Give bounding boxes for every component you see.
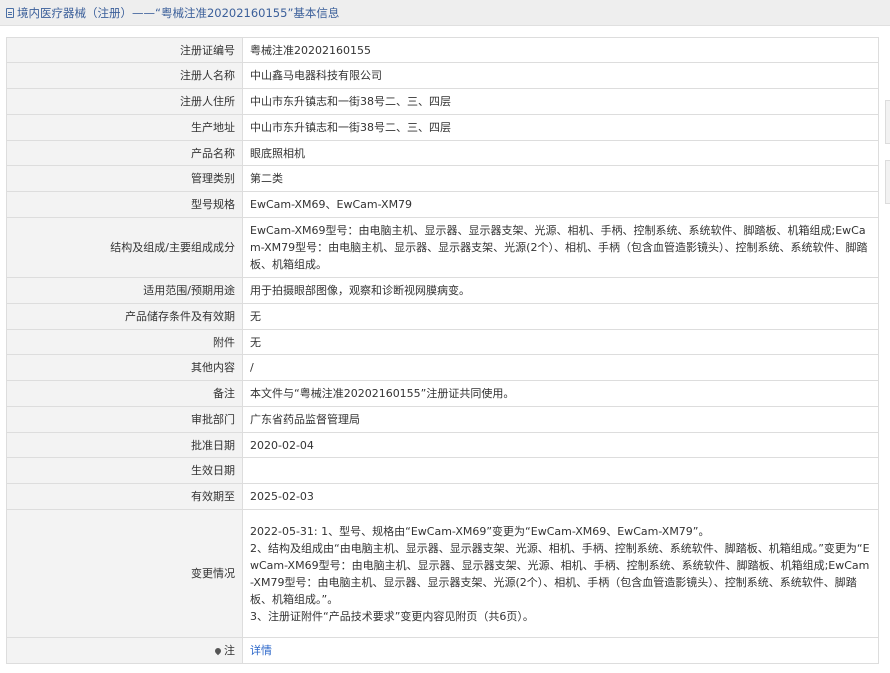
field-label: 批准日期 — [6, 432, 243, 458]
table-row: 注册人名称 中山鑫马电器科技有限公司 — [6, 62, 879, 89]
field-value: 2025-02-03 — [242, 483, 879, 510]
field-value: EwCam-XM69、EwCam-XM79 — [242, 191, 879, 218]
field-value: 中山市东升镇志和一街38号二、三、四层 — [242, 88, 879, 115]
field-label: 注册证编号 — [6, 37, 243, 63]
details-link[interactable]: 详情 — [250, 644, 272, 657]
table-row: 注册证编号 粤械注准20202160155 — [6, 37, 879, 63]
change-history: 2022-05-31: 1、型号、规格由“EwCam-XM69”变更为“EwCa… — [242, 509, 879, 638]
field-label: 变更情况 — [6, 509, 243, 638]
table-row: 备注 本文件与“粤械注准20202160155”注册证共同使用。 — [6, 380, 879, 407]
field-value: 无 — [242, 329, 879, 355]
table-row: 批准日期 2020-02-04 — [6, 432, 879, 458]
field-label: 产品储存条件及有效期 — [6, 303, 243, 330]
field-label: 生产地址 — [6, 114, 243, 141]
change-line: 3、注册证附件“产品技术要求”变更内容见附页（共6页）。 — [250, 609, 534, 623]
field-label: 注册人住所 — [6, 88, 243, 115]
table-row: 其他内容 / — [6, 354, 879, 381]
note-label: 注 — [224, 644, 235, 657]
field-label: 其他内容 — [6, 354, 243, 381]
field-label: 注册人名称 — [6, 62, 243, 89]
field-value: 本文件与“粤械注准20202160155”注册证共同使用。 — [242, 380, 879, 407]
map-pin-icon — [213, 646, 223, 656]
field-value: 用于拍摄眼部图像，观察和诊断视网膜病变。 — [242, 277, 879, 304]
table-row: 审批部门 广东省药品监督管理局 — [6, 406, 879, 433]
title-bar: 境内医疗器械（注册）——“粤械注准20202160155”基本信息 — [0, 0, 890, 26]
table-row: 生产地址 中山市东升镇志和一街38号二、三、四层 — [6, 114, 879, 141]
table-row: 注册人住所 中山市东升镇志和一街38号二、三、四层 — [6, 88, 879, 115]
table-row: 型号规格 EwCam-XM69、EwCam-XM79 — [6, 191, 879, 218]
field-label: 产品名称 — [6, 140, 243, 166]
change-line: 2、结构及组成由“由电脑主机、显示器、显示器支架、光源、相机、手柄、控制系统、系… — [250, 541, 870, 606]
side-scroll-tab[interactable] — [885, 160, 890, 204]
document-icon — [6, 7, 14, 18]
field-label: 适用范围/预期用途 — [6, 277, 243, 304]
table-row: 适用范围/预期用途 用于拍摄眼部图像，观察和诊断视网膜病变。 — [6, 277, 879, 304]
note-value: 详情 — [242, 637, 879, 664]
field-label: 附件 — [6, 329, 243, 355]
table-row: 管理类别 第二类 — [6, 165, 879, 192]
field-value: 中山市东升镇志和一街38号二、三、四层 — [242, 114, 879, 141]
field-value: 无 — [242, 303, 879, 330]
change-line: 2022-05-31: 1、型号、规格由“EwCam-XM69”变更为“EwCa… — [250, 524, 710, 538]
table-row: 有效期至 2025-02-03 — [6, 483, 879, 510]
note-label-cell: 注 — [6, 637, 243, 664]
table-row: 产品名称 眼底照相机 — [6, 140, 879, 166]
field-value: 广东省药品监督管理局 — [242, 406, 879, 433]
field-label: 有效期至 — [6, 483, 243, 510]
change-row: 变更情况 2022-05-31: 1、型号、规格由“EwCam-XM69”变更为… — [6, 509, 879, 638]
table-row: 产品储存条件及有效期 无 — [6, 303, 879, 330]
field-label: 管理类别 — [6, 165, 243, 192]
field-value: / — [242, 354, 879, 381]
table-row: 生效日期 — [6, 457, 879, 484]
table-row: 结构及组成/主要组成成分 EwCam-XM69型号：由电脑主机、显示器、显示器支… — [6, 217, 879, 278]
table-row: 附件 无 — [6, 329, 879, 355]
field-value — [242, 457, 879, 484]
field-label: 型号规格 — [6, 191, 243, 218]
field-label: 备注 — [6, 380, 243, 407]
info-table: 注册证编号 粤械注准20202160155 注册人名称 中山鑫马电器科技有限公司… — [6, 37, 879, 664]
side-scroll-tab[interactable] — [885, 100, 890, 144]
page-title: 境内医疗器械（注册）——“粤械注准20202160155”基本信息 — [17, 5, 340, 20]
field-value: 2020-02-04 — [242, 432, 879, 458]
note-row: 注 详情 — [6, 637, 879, 664]
field-value: 第二类 — [242, 165, 879, 192]
field-label: 生效日期 — [6, 457, 243, 484]
field-label: 结构及组成/主要组成成分 — [6, 217, 243, 278]
field-value: 中山鑫马电器科技有限公司 — [242, 62, 879, 89]
field-label: 审批部门 — [6, 406, 243, 433]
field-value: 眼底照相机 — [242, 140, 879, 166]
field-value: EwCam-XM69型号：由电脑主机、显示器、显示器支架、光源、相机、手柄、控制… — [242, 217, 879, 278]
field-value: 粤械注准20202160155 — [242, 37, 879, 63]
